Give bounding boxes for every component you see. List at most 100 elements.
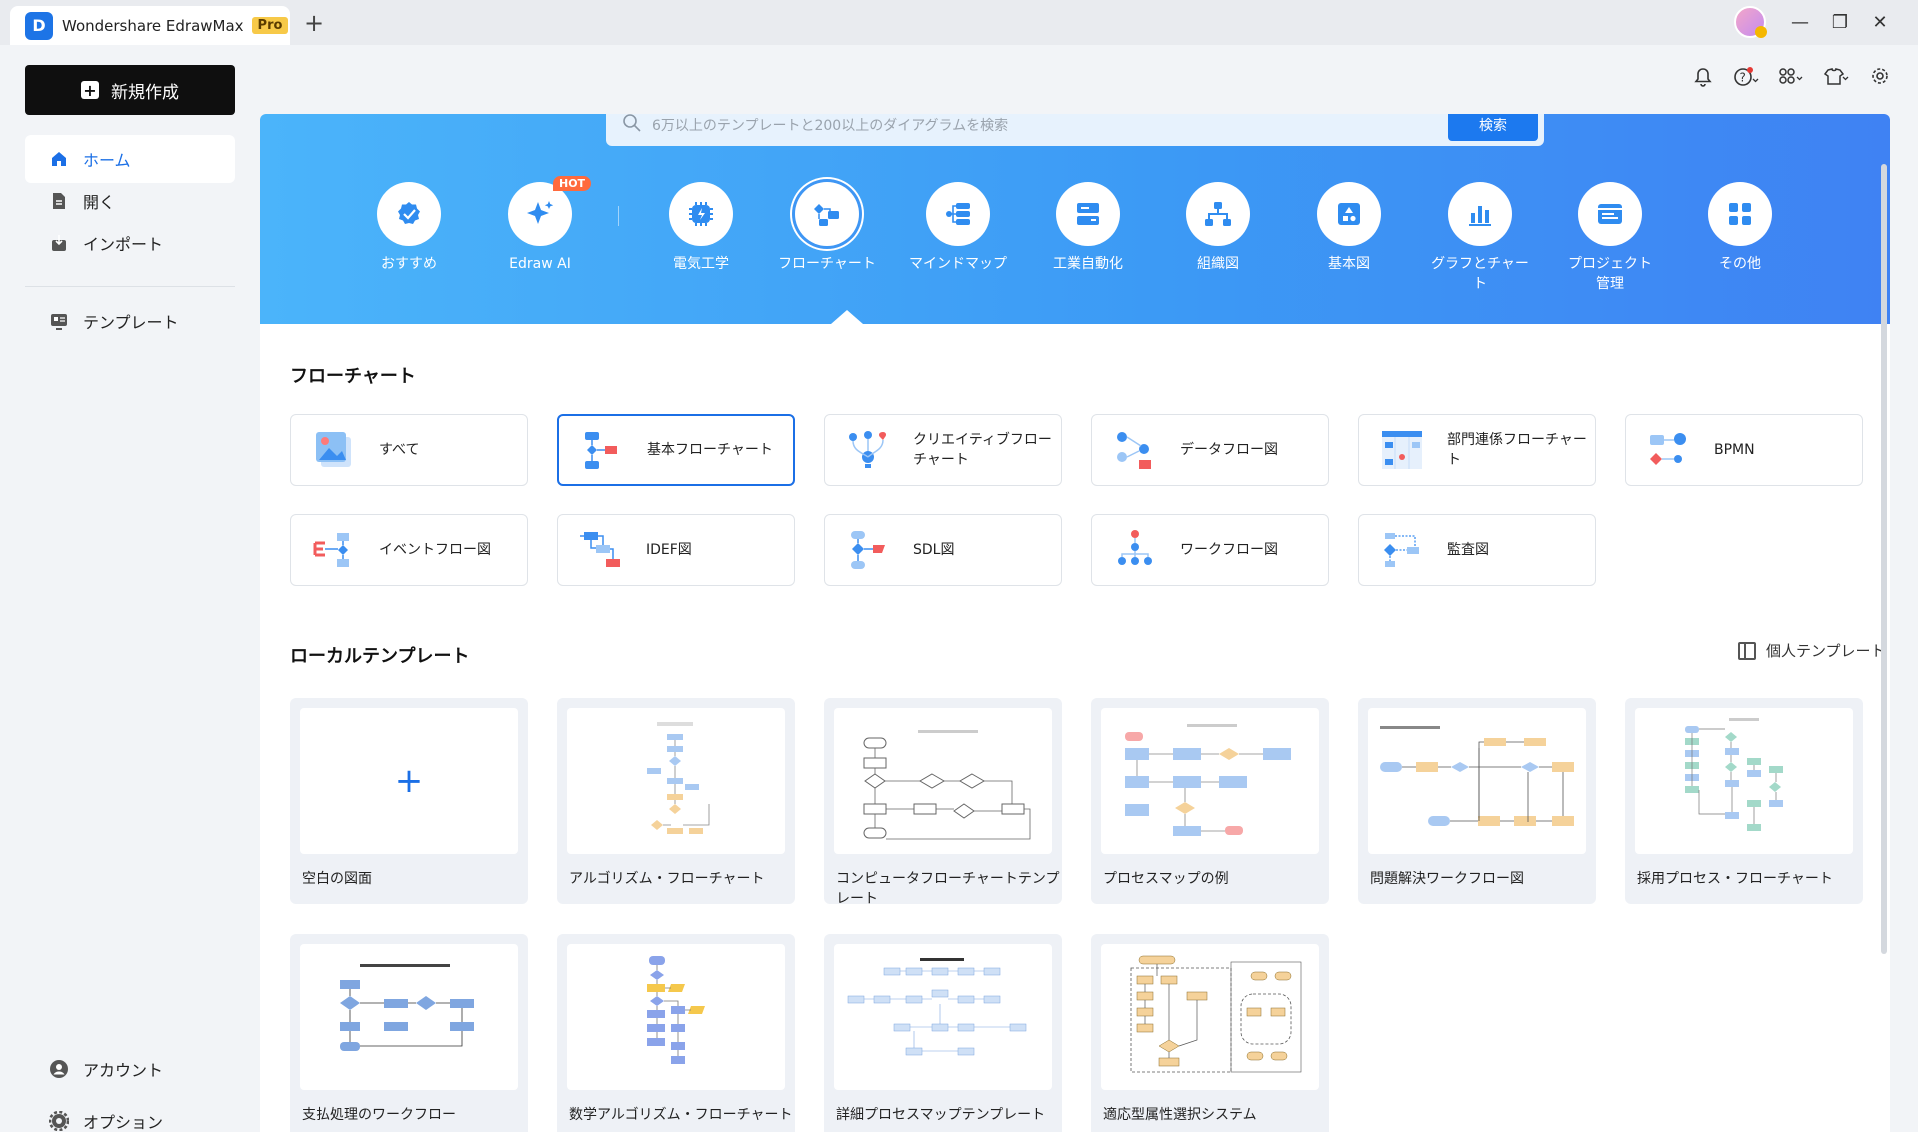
category-basic[interactable]: 基本図 bbox=[1294, 182, 1404, 274]
flowchart-type-sdl[interactable]: SDL図 bbox=[824, 514, 1062, 586]
app-title: Wondershare EdrawMax bbox=[62, 16, 244, 35]
template-thumbnail bbox=[1101, 944, 1319, 1090]
category-graphs[interactable]: グラフとチャー ト bbox=[1425, 182, 1535, 294]
more-grid-icon bbox=[1729, 203, 1751, 225]
category-electrical[interactable]: 電気工学 bbox=[646, 182, 756, 274]
template-name: 採用プロセス・フローチャート bbox=[1637, 871, 1833, 887]
template-card[interactable]: 問題解決ワークフロー図 bbox=[1358, 698, 1596, 904]
category-project[interactable]: プロジェクト 管理 bbox=[1555, 182, 1665, 294]
apps-grid-icon[interactable] bbox=[1773, 67, 1809, 92]
flowchart-type-dataflow[interactable]: データフロー図 bbox=[1091, 414, 1329, 486]
hot-badge: HOT bbox=[553, 176, 592, 191]
template-thumbnail bbox=[834, 944, 1052, 1090]
sidebar-item-label: オプション bbox=[83, 1113, 164, 1132]
layout-icon bbox=[1738, 641, 1756, 660]
template-card[interactable]: コンピュータフローチャートテンプレート bbox=[824, 698, 1062, 907]
avatar[interactable] bbox=[1734, 6, 1767, 38]
flowchart-type-basic[interactable]: 基本フローチャート bbox=[557, 414, 795, 486]
flowchart-type-bpmn[interactable]: BPMN bbox=[1625, 414, 1863, 486]
flowchart-type-label: 部門連係フローチャー ト bbox=[1447, 432, 1587, 468]
category-flowchart[interactable]: フローチャート bbox=[772, 182, 882, 274]
category-edraw-ai[interactable]: HOT Edraw AI bbox=[485, 176, 595, 274]
sidebar-item-label: インポート bbox=[83, 235, 164, 254]
help-icon[interactable]: ? bbox=[1728, 67, 1764, 92]
close-button[interactable]: ✕ bbox=[1865, 8, 1895, 36]
search-bar[interactable]: 6万以上のテンプレートと200以上のダイアグラムを検索 検索 bbox=[606, 114, 1544, 146]
category-divider bbox=[618, 206, 619, 226]
search-button[interactable]: 検索 bbox=[1448, 114, 1538, 141]
category-more[interactable]: その他 bbox=[1685, 182, 1795, 274]
template-card[interactable]: 詳細プロセスマップテンプレート bbox=[824, 934, 1062, 1132]
new-tab-button[interactable]: + bbox=[302, 9, 326, 37]
category-label: おすすめ bbox=[381, 256, 437, 272]
template-name: プロセスマップの例 bbox=[1103, 871, 1229, 887]
sidebar-item-templates[interactable]: テンプレート bbox=[25, 297, 235, 345]
vertical-scrollbar[interactable] bbox=[1881, 164, 1887, 954]
template-card[interactable]: プロセスマップの例 bbox=[1091, 698, 1329, 904]
new-document-button[interactable]: + 新規作成 bbox=[25, 65, 235, 115]
sidebar-item-open[interactable]: 開く bbox=[25, 177, 235, 225]
template-card[interactable]: アルゴリズム・フローチャート bbox=[557, 698, 795, 904]
category-mindmap[interactable]: マインドマップ bbox=[903, 182, 1013, 274]
category-label: 基本図 bbox=[1328, 256, 1370, 272]
sidebar-item-label: 開く bbox=[83, 193, 116, 212]
category-automation[interactable]: 工業自動化 bbox=[1033, 182, 1143, 274]
template-name: アルゴリズム・フローチャート bbox=[569, 871, 765, 887]
template-card[interactable]: 数学アルゴリズム・フローチャート bbox=[557, 934, 795, 1132]
template-card[interactable]: 適応型属性選択システム bbox=[1091, 934, 1329, 1132]
app-tab[interactable]: D Wondershare EdrawMax Pro bbox=[10, 6, 290, 45]
category-label: マインドマップ bbox=[909, 256, 1007, 272]
sidebar-item-options[interactable]: オプション bbox=[25, 1097, 235, 1132]
flowchart-type-all[interactable]: すべて bbox=[290, 414, 528, 486]
ai-sparkle-icon bbox=[527, 201, 554, 224]
recommend-icon bbox=[398, 202, 420, 224]
template-card-blank[interactable]: + 空白の図面 bbox=[290, 698, 528, 904]
bell-icon[interactable] bbox=[1685, 67, 1721, 92]
sidebar-item-account[interactable]: アカウント bbox=[25, 1045, 235, 1093]
tshirt-icon[interactable] bbox=[1818, 67, 1854, 92]
plus-icon: + bbox=[81, 81, 99, 100]
flowchart-type-label: SDL図 bbox=[913, 542, 955, 558]
category-orgchart[interactable]: 組織図 bbox=[1163, 182, 1273, 274]
template-thumbnail bbox=[1101, 708, 1319, 854]
flowchart-type-label: クリエイティブフロー チャート bbox=[913, 432, 1052, 468]
sidebar-item-import[interactable]: インポート bbox=[25, 219, 235, 267]
template-card[interactable]: 採用プロセス・フローチャート bbox=[1625, 698, 1863, 904]
flowchart-type-label: 監査図 bbox=[1447, 542, 1489, 558]
template-thumbnail bbox=[834, 708, 1052, 854]
category-label: フローチャート bbox=[778, 256, 876, 272]
home-icon bbox=[49, 149, 69, 169]
category-recommend[interactable]: おすすめ bbox=[354, 182, 464, 274]
personal-templates-link[interactable]: 個人テンプレート bbox=[1738, 640, 1886, 661]
category-label: 工業自動化 bbox=[1053, 256, 1123, 272]
template-name: 問題解決ワークフロー図 bbox=[1370, 871, 1524, 887]
template-card[interactable]: 支払処理のワークフロー bbox=[290, 934, 528, 1132]
flowchart-type-event[interactable]: イベントフロー図 bbox=[290, 514, 528, 586]
template-thumbnail bbox=[567, 708, 785, 854]
sidebar-item-home[interactable]: ホーム bbox=[25, 135, 235, 183]
edrawmax-logo-icon: D bbox=[25, 11, 53, 40]
flowchart-type-creative[interactable]: クリエイティブフロー チャート bbox=[824, 414, 1062, 486]
flowchart-type-workflow[interactable]: ワークフロー図 bbox=[1091, 514, 1329, 586]
new-button-label: 新規作成 bbox=[111, 82, 179, 103]
flowchart-type-crossfunctional[interactable]: 部門連係フローチャー ト bbox=[1358, 414, 1596, 486]
project-icon bbox=[1598, 204, 1622, 224]
import-icon bbox=[49, 233, 69, 253]
flowchart-icon bbox=[814, 204, 839, 226]
minimize-button[interactable]: — bbox=[1785, 8, 1815, 36]
search-input[interactable]: 6万以上のテンプレートと200以上のダイアグラムを検索 bbox=[652, 115, 1448, 135]
svg-text:?: ? bbox=[1740, 71, 1746, 85]
flowchart-type-idef[interactable]: IDEF図 bbox=[557, 514, 795, 586]
settings-icon[interactable] bbox=[1862, 67, 1898, 90]
template-thumbnail bbox=[567, 944, 785, 1090]
title-bar: D Wondershare EdrawMax Pro + — ❐ ✕ bbox=[0, 0, 1918, 45]
restore-button[interactable]: ❐ bbox=[1825, 8, 1855, 36]
all-templates-icon bbox=[316, 432, 351, 467]
mindmap-icon bbox=[946, 203, 970, 225]
sidebar-divider bbox=[25, 286, 235, 287]
flowchart-type-audit[interactable]: 監査図 bbox=[1358, 514, 1596, 586]
template-name: コンピュータフローチャートテンプレート bbox=[836, 871, 1060, 907]
crossfunctional-icon bbox=[1382, 431, 1422, 469]
file-icon bbox=[49, 191, 69, 211]
audit-icon bbox=[1384, 533, 1419, 567]
